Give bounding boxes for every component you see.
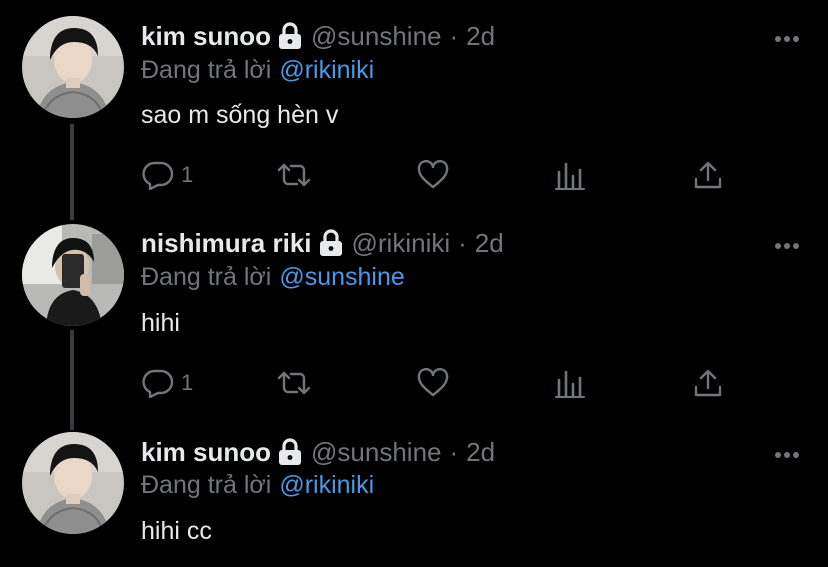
separator: · (449, 436, 459, 467)
avatar[interactable] (22, 16, 124, 118)
tweet[interactable]: kim sunoo @sunshine · 2d Đang trả lời @r… (0, 0, 828, 210)
retweet-icon (275, 160, 313, 190)
replying-to-label: Đang trả lời (141, 55, 272, 84)
more-icon[interactable] (774, 447, 800, 458)
reply-icon (141, 160, 175, 190)
replying-to: Đang trả lời @rikiniki (141, 54, 374, 86)
user-handle[interactable]: @sunshine (311, 21, 441, 52)
separator: · (449, 20, 459, 51)
heart-icon (416, 368, 450, 398)
more-icon[interactable] (774, 238, 800, 249)
analytics-icon (553, 368, 587, 398)
tweet-text: sao m sống hèn v (141, 101, 339, 129)
like-button[interactable] (416, 155, 450, 195)
reply-button[interactable]: 1 (141, 155, 193, 195)
mention-link[interactable]: @rikiniki (279, 56, 374, 85)
retweet-button[interactable] (275, 155, 313, 195)
tweet-header: kim sunoo @sunshine · 2d (141, 19, 495, 53)
replying-to-label: Đang trả lời (141, 470, 272, 499)
mention-link[interactable]: @rikiniki (279, 471, 374, 500)
analytics-button[interactable] (553, 155, 587, 195)
analytics-button[interactable] (553, 363, 587, 403)
analytics-icon (553, 160, 587, 190)
tweet-header: kim sunoo @sunshine · 2d (141, 435, 495, 469)
share-button[interactable] (691, 363, 725, 403)
display-name[interactable]: kim sunoo (141, 21, 271, 52)
reply-count: 1 (181, 162, 194, 187)
user-handle[interactable]: @sunshine (311, 437, 441, 468)
display-name[interactable]: kim sunoo (141, 437, 271, 468)
reply-button[interactable]: 1 (141, 363, 193, 403)
reply-count: 1 (181, 370, 194, 395)
lock-icon (277, 22, 303, 50)
lock-icon (318, 229, 344, 257)
replying-to-label: Đang trả lời (141, 262, 272, 291)
tweet[interactable]: nishimura riki @rikiniki · 2d Đang trả l… (0, 210, 828, 420)
timestamp[interactable]: 2d (466, 437, 495, 468)
tweet-text: hihi cc (141, 517, 212, 545)
separator: · (458, 227, 467, 258)
share-button[interactable] (691, 155, 725, 195)
timestamp[interactable]: 2d (466, 21, 495, 52)
share-icon (691, 368, 725, 398)
avatar[interactable] (22, 224, 124, 326)
mention-link[interactable]: @sunshine (279, 263, 404, 292)
tweet-actions: 1 (141, 155, 741, 195)
more-icon[interactable] (774, 31, 800, 42)
retweet-button[interactable] (275, 363, 313, 403)
tweet-header: nishimura riki @rikiniki · 2d (141, 226, 504, 260)
replying-to: Đang trả lời @rikiniki (141, 469, 374, 501)
timestamp[interactable]: 2d (475, 228, 504, 259)
lock-icon (277, 438, 303, 466)
heart-icon (416, 160, 450, 190)
reply-icon (141, 368, 175, 398)
tweet-text: hihi (141, 309, 180, 337)
share-icon (691, 160, 725, 190)
replying-to: Đang trả lời @sunshine (141, 261, 405, 293)
like-button[interactable] (416, 363, 450, 403)
avatar[interactable] (22, 432, 124, 534)
display-name[interactable]: nishimura riki (141, 228, 312, 259)
tweet[interactable]: kim sunoo @sunshine · 2d Đang trả lời @r… (0, 420, 828, 567)
tweet-actions: 1 (141, 363, 741, 403)
retweet-icon (275, 368, 313, 398)
user-handle[interactable]: @rikiniki (352, 228, 451, 259)
